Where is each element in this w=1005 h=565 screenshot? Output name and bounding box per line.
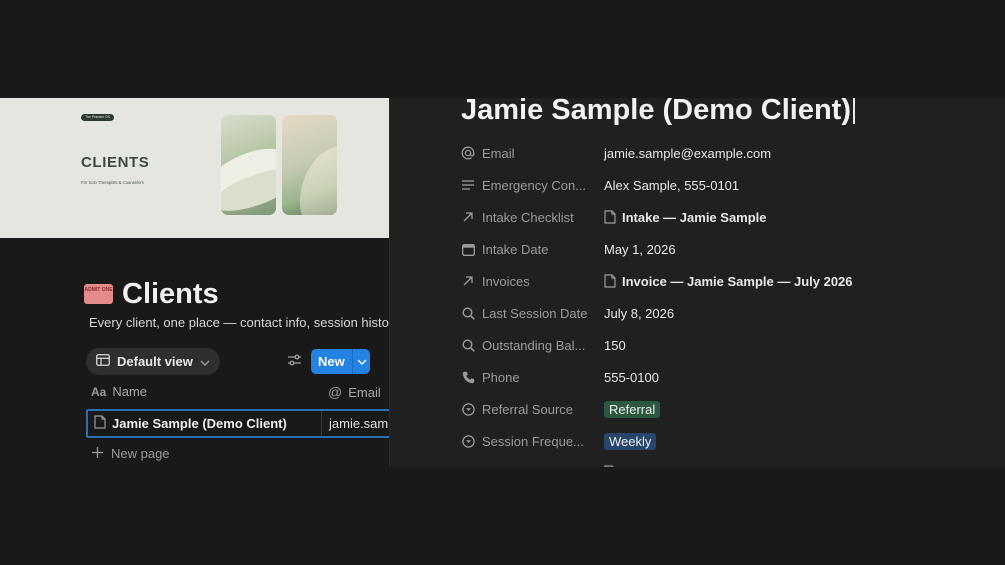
new-page-button[interactable]: New page <box>92 446 170 461</box>
property-referral-source[interactable]: Referral Source Referral <box>461 397 981 421</box>
side-peek-panel: Jamie Sample (Demo Client) Email jamie.s… <box>389 98 1005 467</box>
cell-divider <box>321 411 322 436</box>
property-name: Session Freque... <box>482 433 584 449</box>
property-value[interactable]: Referral <box>604 400 661 418</box>
cover-image-left <box>221 115 276 215</box>
view-selector[interactable]: Default view <box>86 348 220 375</box>
property-last-session-date[interactable]: Last Session Date July 8, 2026 <box>461 301 981 325</box>
property-email[interactable]: Email jamie.sample@example.com <box>461 141 981 165</box>
property-name: Emergency Con... <box>482 177 587 193</box>
search-icon <box>461 338 475 352</box>
relation-arrow-icon <box>461 210 475 224</box>
property-name: Intake Checklist <box>482 209 574 225</box>
new-button-label[interactable]: New <box>311 354 352 369</box>
relation-arrow-icon <box>461 274 475 288</box>
search-icon <box>461 306 475 320</box>
sliders-icon <box>287 353 301 371</box>
page-icon <box>604 274 616 288</box>
property-value[interactable]: 150 <box>604 338 626 353</box>
database-description: Every client, one place — contact info, … <box>89 315 389 330</box>
text-caret <box>853 98 855 124</box>
property-value[interactable]: Weekly <box>604 432 657 450</box>
page-cover: The Practice OS CLIENTS For Solo Therapi… <box>0 98 389 238</box>
phone-icon <box>461 370 475 384</box>
property-name: Invoices <box>482 273 530 289</box>
property-name: Email <box>482 145 515 161</box>
property-name: Last Session Date <box>482 305 588 321</box>
text-lines-icon <box>461 178 475 192</box>
column-header-email[interactable]: @ Email <box>328 384 381 400</box>
at-icon: @ <box>328 384 343 400</box>
property-value[interactable]: Alex Sample, 555-0101 <box>604 178 739 193</box>
column-header-name[interactable]: Aa Name <box>91 384 147 399</box>
property-value[interactable]: July 8, 2026 <box>604 306 674 321</box>
table-row[interactable]: Jamie Sample (Demo Client) jamie.samp <box>86 409 389 438</box>
property-session-frequency[interactable]: Session Freque... Weekly <box>461 429 981 453</box>
view-label: Default view <box>117 354 193 369</box>
page-title-text[interactable]: Jamie Sample (Demo Client) <box>461 98 851 126</box>
cover-title: CLIENTS <box>81 154 150 171</box>
row-email-cell[interactable]: jamie.samp <box>329 411 389 436</box>
property-value[interactable]: jamie.sample@example.com <box>604 146 771 161</box>
property-value[interactable]: Intake — Jamie Sample <box>604 210 767 225</box>
property-value[interactable]: Invoice — Jamie Sample — July 2026 <box>604 274 853 289</box>
plus-icon <box>92 446 103 461</box>
text-icon: Aa <box>91 384 107 399</box>
property-name: Phone <box>482 369 520 385</box>
cover-image-right <box>282 115 337 215</box>
row-name-cell[interactable]: Jamie Sample (Demo Client) <box>94 411 287 436</box>
property-phone[interactable]: Phone 555-0100 <box>461 365 981 389</box>
column-label: Name <box>112 384 148 399</box>
property-name: Referral Source <box>482 401 574 417</box>
relation-link[interactable]: Intake — Jamie Sample <box>622 210 767 225</box>
chevron-down-icon <box>200 354 210 369</box>
page-icon <box>94 415 106 432</box>
new-dropdown-button[interactable] <box>353 359 370 365</box>
property-emergency-contact[interactable]: Emergency Con... Alex Sample, 555-0101 <box>461 173 981 197</box>
property-invoices[interactable]: Invoices Invoice — Jamie Sample — July 2… <box>461 269 981 293</box>
database-title[interactable]: Clients <box>122 278 219 311</box>
table-icon <box>96 354 110 369</box>
property-value[interactable]: May 1, 2026 <box>604 242 676 257</box>
row-name: Jamie Sample (Demo Client) <box>112 416 287 431</box>
select-icon <box>461 434 475 448</box>
filter-button[interactable] <box>284 352 304 372</box>
column-label: Email <box>348 384 381 400</box>
property-cut-off <box>461 460 981 467</box>
new-button[interactable]: New <box>311 349 370 374</box>
select-tag[interactable]: Weekly <box>604 432 657 450</box>
cover-pill: The Practice OS <box>81 114 114 121</box>
property-intake-date[interactable]: Intake Date May 1, 2026 <box>461 237 981 261</box>
at-icon <box>461 146 475 160</box>
property-name: Intake Date <box>482 241 549 257</box>
new-page-label: New page <box>111 446 170 461</box>
property-outstanding-balance[interactable]: Outstanding Bal... 150 <box>461 333 981 357</box>
cover-subtitle: For Solo Therapists & Counselors <box>81 180 144 185</box>
page-title[interactable]: Jamie Sample (Demo Client) <box>461 98 855 127</box>
ticket-icon[interactable]: ADMIT ONE <box>84 284 113 304</box>
property-value[interactable]: 555-0100 <box>604 370 659 385</box>
calendar-icon <box>461 242 475 256</box>
select-tag[interactable]: Referral <box>604 400 661 418</box>
page-icon <box>604 210 616 224</box>
property-name: Outstanding Bal... <box>482 337 586 353</box>
chevron-down-icon <box>357 359 366 365</box>
relation-link[interactable]: Invoice — Jamie Sample — July 2026 <box>622 274 853 289</box>
bottom-backdrop <box>0 467 1005 565</box>
property-intake-checklist[interactable]: Intake Checklist Intake — Jamie Sample <box>461 205 981 229</box>
select-icon <box>461 402 475 416</box>
